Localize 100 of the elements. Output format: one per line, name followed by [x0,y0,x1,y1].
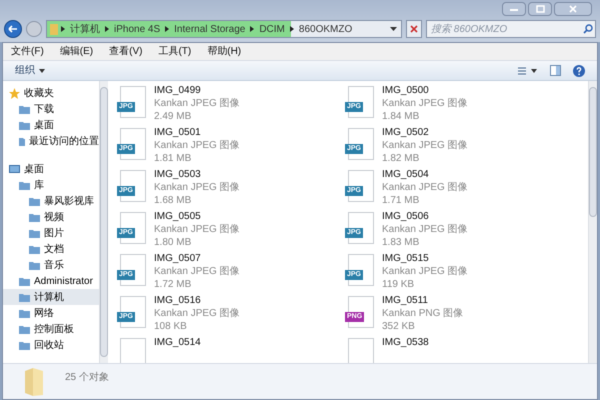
menu-item[interactable]: 帮助(H) [207,44,242,59]
nav-item[interactable]: 最近访问的位置 [3,133,99,149]
file-type: Kankan JPEG 图像 [382,265,468,278]
file-type: Kankan JPEG 图像 [382,181,468,194]
chevron-icon[interactable] [250,26,254,32]
help-icon[interactable] [573,64,585,76]
star-icon [9,88,20,98]
folder-icon [23,366,45,396]
file-size: 1.71 MB [382,194,420,207]
chevron-icon[interactable] [105,26,109,32]
folder-icon [19,340,30,350]
file-name: IMG_0515 [382,252,430,265]
file-type: Kankan JPEG 图像 [154,139,240,152]
file-size: 352 KB [382,320,416,333]
nav-item[interactable]: 回收站 [3,337,99,353]
file-size: 108 KB [154,320,188,333]
preview-pane-icon[interactable] [550,65,561,76]
file-type: Kankan JPEG 图像 [154,307,240,320]
file-type: Kankan JPEG 图像 [154,223,240,236]
menu-item[interactable]: 文件(F) [11,44,44,59]
view-options-icon[interactable] [518,66,538,76]
address-bar[interactable]: 计算机 iPhone 4S Internal Storage DCIM 860OKMZO [46,20,402,38]
nav-item[interactable]: 暴风影视库 [3,193,99,209]
breadcrumb[interactable]: Internal Storage [172,22,248,36]
nav-item[interactable]: Administrator [3,273,99,289]
chevron-icon[interactable] [61,26,65,32]
minimize-icon [510,8,518,10]
nav-item[interactable]: 图片 [3,225,99,241]
breadcrumb[interactable]: 计算机 [68,22,102,36]
nav-item[interactable]: 文档 [3,241,99,257]
nav-item[interactable]: 视频 [3,209,99,225]
item-count: 25 个对象 [65,370,109,385]
search-field[interactable]: 搜索 860OKMZO [426,20,596,38]
nav-item[interactable]: 桌面 [3,117,99,133]
menu-item[interactable]: 工具(T) [158,44,192,59]
maximize-icon [536,5,544,13]
file-type: Kankan JPEG 图像 [154,97,240,110]
folder-icon [19,292,30,302]
file-size: 1.80 MB [154,236,192,249]
chevron-icon[interactable] [165,26,170,32]
folder-icon [19,308,30,318]
breadcrumb[interactable]: iPhone 4S [112,22,162,36]
file-size: 1.83 MB [382,236,420,249]
breadcrumb[interactable]: DCIM [257,22,287,36]
breadcrumb[interactable]: 860OKMZO [296,22,354,36]
menu-item[interactable]: 查看(V) [109,44,142,59]
organize-button[interactable]: 组织 [15,63,45,78]
nav-item[interactable]: 库 [3,177,99,193]
file-type: Kankan JPEG 图像 [382,223,468,236]
nav-item[interactable]: 下载 [3,101,99,117]
file-size: 119 KB [382,278,416,291]
folder-icon [19,180,30,190]
menu-item[interactable]: 编辑(E) [60,44,94,59]
nav-item[interactable]: 控制面板 [3,321,99,337]
back-arrow-icon [8,25,18,33]
file-name: IMG_0503 [154,168,202,181]
dropdown-icon[interactable] [390,27,397,31]
file-size: 1.84 MB [382,110,420,123]
minimize-button[interactable] [502,2,526,16]
chevron-icon[interactable] [290,26,294,32]
file-type: Kankan JPEG 图像 [382,97,468,110]
file-name: IMG_0516 [154,294,202,307]
file-type: Kankan JPEG 图像 [154,181,240,194]
maximize-button[interactable] [528,2,552,16]
folder-icon [29,212,40,222]
caret-icon [39,68,45,72]
scrollbar[interactable] [588,81,597,363]
file-name: IMG_0502 [382,126,430,139]
file-name: IMG_0514 [154,336,201,349]
monitor-icon [9,164,20,174]
nav-item[interactable]: 网络 [3,305,99,321]
file-name: IMG_0500 [382,84,430,97]
file-name: IMG_0504 [382,168,430,181]
file-size: 1.68 MB [154,194,192,207]
folder-icon [29,228,40,238]
close-icon [410,25,418,33]
file-name: IMG_0505 [154,210,202,223]
file-icon [348,338,374,363]
file-name: IMG_0501 [154,126,202,139]
file-name: IMG_0506 [382,210,430,223]
folder-icon [29,196,40,206]
nav-item[interactable]: 计算机 [3,289,99,305]
file-size: 1.72 MB [154,278,192,291]
folder-icon [19,276,30,286]
folder-icon [19,120,30,130]
stop-button[interactable] [406,20,422,38]
close-button[interactable] [554,2,592,16]
nav-item[interactable]: 收藏夹 [3,85,99,101]
folder-icon [19,136,25,146]
scrollbar[interactable] [99,81,108,363]
nav-item[interactable]: 音乐 [3,257,99,273]
file-size: 2.49 MB [154,110,192,123]
folder-icon [19,104,30,114]
file-size: 1.81 MB [154,152,192,165]
folder-icon [50,24,58,34]
nav-item[interactable]: 桌面 [3,161,99,177]
back-button[interactable] [4,20,22,38]
file-type: Kankan JPEG 图像 [382,139,468,152]
file-type: Kankan JPEG 图像 [154,265,240,278]
search-icon[interactable] [583,24,593,34]
